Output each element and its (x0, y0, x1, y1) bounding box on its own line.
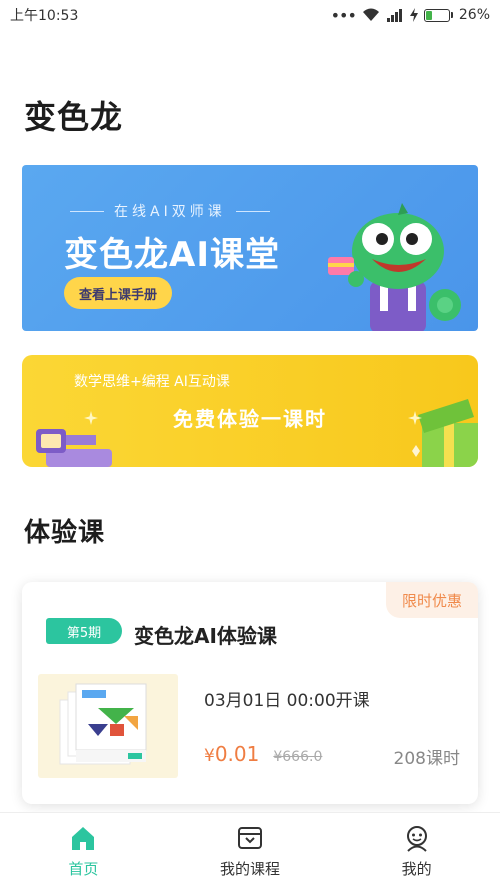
sparkle-icon (408, 411, 422, 425)
wifi-icon (362, 8, 379, 21)
tab-home[interactable]: 首页 (13, 824, 153, 879)
promo-subtitle: 数学思维+编程 AI互动课 (74, 374, 230, 390)
course-book-image (59, 683, 147, 765)
current-price: ¥0.01 (204, 742, 260, 766)
price-row: ¥0.01 ¥666.0 (204, 742, 322, 766)
course-start-time: 03月01日 00:00开课 (204, 691, 370, 711)
gift-box-icon (412, 399, 478, 467)
tab-profile[interactable]: 我的 (347, 824, 487, 879)
course-box-icon (237, 826, 262, 849)
signal-icon (386, 9, 402, 22)
battery-percent: 26% (458, 7, 490, 23)
sparkle-icon (84, 411, 98, 425)
tab-profile-label: 我的 (401, 859, 432, 878)
banner-subtitle-row: 在线AI双师课 (70, 201, 270, 221)
free-trial-banner[interactable]: 数学思维+编程 AI互动课 免费体验一课时 (22, 355, 478, 467)
status-time: 上午10:53 (10, 8, 79, 24)
banner-title: 变色龙AI课堂 (64, 235, 280, 275)
course-thumbnail (38, 674, 178, 778)
lesson-count: 208课时 (393, 749, 460, 769)
trial-section-title: 体验课 (24, 518, 106, 548)
charging-icon (409, 8, 418, 22)
view-manual-button[interactable]: 查看上课手册 (64, 277, 172, 309)
banner-subtitle: 在线AI双师课 (114, 204, 226, 220)
status-icons: ••• 26% (331, 6, 490, 25)
period-badge: 第5期 (46, 618, 122, 644)
status-bar: 上午10:53 ••• 26% (0, 0, 500, 30)
course-name: 变色龙AI体验课 (134, 624, 277, 648)
limited-offer-badge: 限时优惠 (386, 582, 478, 618)
tab-my-courses[interactable]: 我的课程 (180, 824, 320, 879)
course-card[interactable]: 限时优惠 第5期 变色龙AI体验课 03月01日 00:00开课 ¥0.01 ¥… (22, 582, 478, 804)
profile-icon (406, 825, 427, 852)
battery-icon (423, 8, 453, 22)
chameleon-mascot-icon (328, 203, 461, 331)
page-title: 变色龙 (24, 98, 124, 136)
toy-block-icon (36, 429, 112, 467)
home-icon (72, 826, 95, 850)
bottom-tab-bar: 首页 我的课程 我的 (0, 812, 500, 889)
more-dots-icon: ••• (330, 5, 357, 25)
tab-my-courses-label: 我的课程 (219, 859, 280, 878)
original-price: ¥666.0 (273, 749, 323, 765)
tab-home-label: 首页 (68, 859, 99, 878)
main-banner[interactable]: 在线AI双师课 变色龙AI课堂 查看上课手册 (22, 165, 478, 331)
